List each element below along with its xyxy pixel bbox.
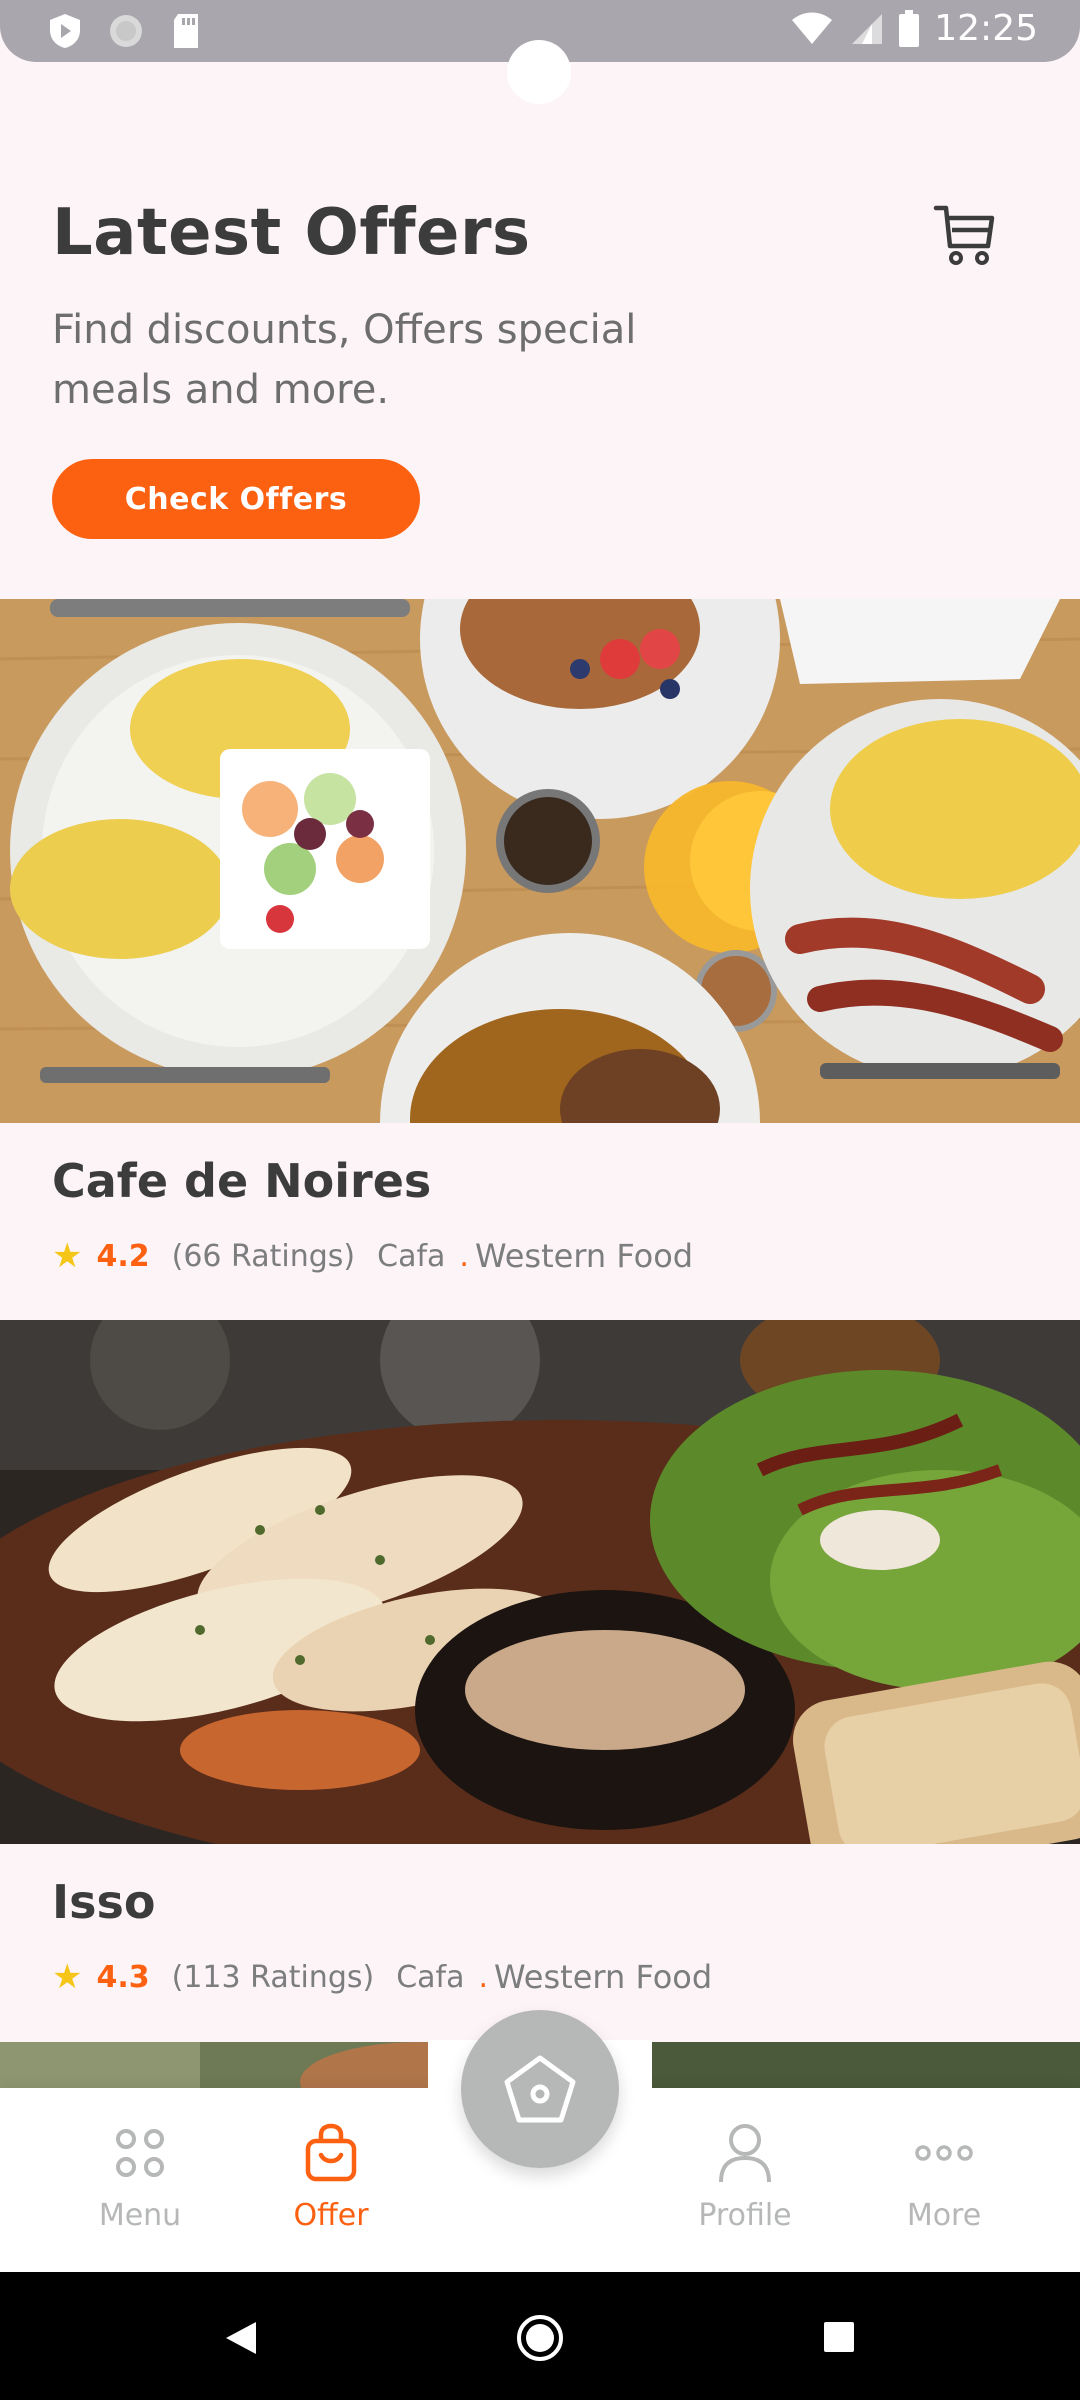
signal-icon (852, 13, 883, 44)
offer-image-isso[interactable] (0, 1320, 1080, 1844)
grid-icon (116, 2129, 164, 2177)
home-button[interactable] (461, 2010, 619, 2168)
restaurant-cuisine: Western Food (474, 1237, 694, 1275)
restaurant-meta: ★ 4.3 (113 Ratings) Cafa . Western Food (52, 1957, 712, 1997)
recents-icon[interactable] (822, 2320, 856, 2354)
page-subtitle: Find discounts, Offers special meals and… (52, 307, 637, 413)
home-circle-icon[interactable] (516, 2314, 564, 2362)
status-time: 12:25 (934, 8, 1038, 49)
nav-label-menu: Menu (98, 2198, 182, 2233)
bag-icon (305, 2123, 357, 2182)
more-icon (915, 2145, 973, 2161)
star-icon: ★ (52, 1957, 83, 1997)
rating-value: 4.3 (96, 1959, 150, 1995)
nav-item-profile[interactable]: Profile (665, 2118, 825, 2233)
page-title: Latest Offers (52, 196, 531, 270)
person-icon (719, 2124, 771, 2183)
nav-label-more: More (906, 2198, 982, 2233)
wifi-icon (792, 12, 833, 44)
separator-dot: . (478, 1959, 489, 1995)
breakfast-photo (0, 599, 1080, 1123)
offer-image-cafe-de-noires[interactable] (0, 599, 1080, 1123)
camera-cutout (507, 40, 571, 104)
rating-value: 4.2 (96, 1238, 150, 1274)
restaurant-name[interactable]: Cafe de Noires (52, 1154, 431, 1208)
star-icon: ★ (52, 1236, 83, 1276)
restaurant-type: Cafa (377, 1238, 446, 1274)
system-navigation-bar (0, 2272, 1080, 2400)
shield-play-icon (50, 14, 80, 48)
home-icon (504, 2055, 576, 2123)
restaurant-name[interactable]: Isso (52, 1875, 155, 1929)
check-offers-button[interactable]: Check Offers (52, 459, 420, 539)
ratings-count: (113 Ratings) (171, 1959, 375, 1995)
nav-label-offer: Offer (293, 2198, 369, 2233)
nav-label-profile: Profile (698, 2198, 792, 2233)
nav-item-menu[interactable]: Menu (60, 2118, 220, 2233)
sd-card-icon (174, 14, 198, 48)
nav-item-more[interactable]: More (864, 2118, 1024, 2233)
separator-dot: . (459, 1238, 469, 1274)
restaurant-meta: ★ 4.2 (66 Ratings) Cafa . Western Food (52, 1236, 693, 1276)
back-icon[interactable] (224, 2320, 258, 2356)
circle-status-icon (110, 15, 142, 47)
restaurant-type: Cafa (396, 1959, 465, 1995)
battery-icon (899, 9, 920, 47)
cart-icon[interactable] (932, 200, 998, 270)
restaurant-cuisine: Western Food (494, 1958, 713, 1996)
seafood-photo (0, 1320, 1080, 1844)
ratings-count: (66 Ratings) (171, 1238, 356, 1274)
nav-item-offer[interactable]: Offer (251, 2118, 411, 2233)
